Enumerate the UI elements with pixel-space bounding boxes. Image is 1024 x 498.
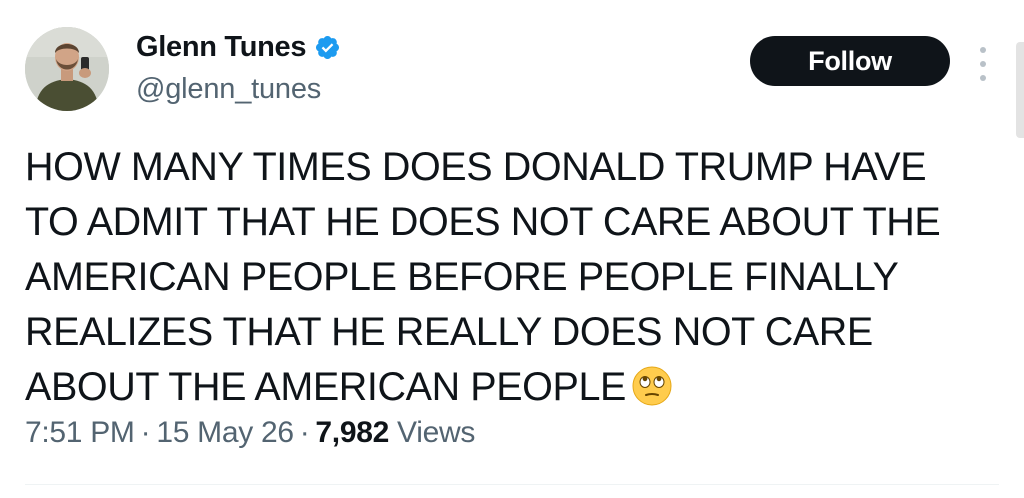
author-handle[interactable]: @glenn_tunes [136, 73, 341, 106]
separator-dot: · [299, 416, 310, 449]
avatar[interactable] [25, 27, 109, 111]
display-name-row: Glenn Tunes [136, 29, 341, 65]
tweet-time[interactable]: 7:51 PM [25, 416, 135, 449]
tweet-text-line: TO ADMIT THAT HE DOES NOT CARE ABOUT THE [25, 200, 941, 244]
tweet-text-line: HOW MANY TIMES DOES DONALD TRUMP HAVE [25, 145, 927, 189]
tweet-text-line-last: ABOUT THE AMERICAN PEOPLE [25, 360, 1005, 415]
tweet-header: Glenn Tunes @glenn_tunes Follow [25, 27, 1015, 117]
tweet-text-line: AMERICAN PEOPLE BEFORE PEOPLE FINALLY [25, 255, 899, 299]
face-with-rolling-eyes-icon [632, 366, 672, 406]
tweet-card: Glenn Tunes @glenn_tunes Follow HOW MANY… [0, 0, 1024, 498]
profile-photo-icon [25, 27, 109, 111]
views-label: Views [397, 416, 476, 449]
tweet-text-line: REALIZES THAT HE REALLY DOES NOT CARE [25, 310, 873, 354]
tweet-text-line-content: ABOUT THE AMERICAN PEOPLE [25, 365, 626, 409]
views-count: 7,982 [315, 416, 389, 449]
tweet-text: HOW MANY TIMES DOES DONALD TRUMP HAVE TO… [25, 140, 1005, 415]
display-name[interactable]: Glenn Tunes [136, 31, 306, 64]
vertical-ellipsis-icon[interactable] [973, 47, 993, 81]
follow-button[interactable]: Follow [750, 36, 950, 86]
scrollbar[interactable] [1016, 42, 1024, 138]
divider [25, 484, 999, 485]
author-names: Glenn Tunes @glenn_tunes [136, 29, 341, 106]
tweet-meta: 7:51 PM · 15 May 26 · 7,982 Views [25, 416, 475, 450]
verified-badge-icon [314, 34, 341, 61]
separator-dot: · [140, 416, 151, 449]
tweet-date[interactable]: 15 May 26 [156, 416, 294, 449]
